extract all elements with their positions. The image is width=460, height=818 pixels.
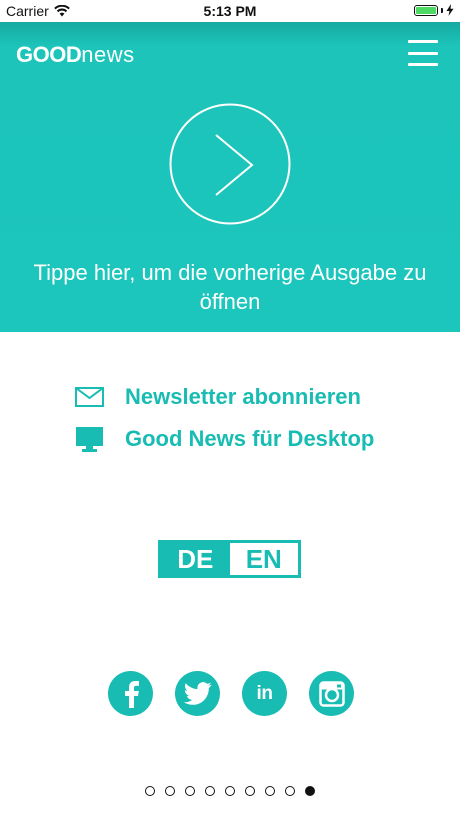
app-logo: GOODnews bbox=[16, 42, 135, 68]
envelope-icon bbox=[74, 382, 104, 412]
page-dot[interactable] bbox=[305, 786, 315, 796]
page-dot[interactable] bbox=[285, 786, 295, 796]
language-switch: DE EN bbox=[158, 540, 301, 578]
page-dot[interactable] bbox=[265, 786, 275, 796]
link-list: Newsletter abonnieren Good News für Desk… bbox=[74, 376, 374, 460]
twitter-icon[interactable] bbox=[175, 671, 220, 716]
app-screen: Carrier 5:13 PM GOODnews Tippe hier, um … bbox=[0, 0, 460, 818]
linkedin-icon[interactable]: in bbox=[242, 671, 287, 716]
page-dot[interactable] bbox=[205, 786, 215, 796]
chevron-right-circle-icon[interactable] bbox=[169, 103, 291, 225]
newsletter-link[interactable]: Newsletter abonnieren bbox=[74, 376, 374, 418]
social-links: in bbox=[108, 671, 354, 716]
language-option-en[interactable]: EN bbox=[229, 543, 298, 575]
facebook-icon[interactable] bbox=[108, 671, 153, 716]
linkedin-label: in bbox=[256, 682, 273, 704]
battery-level-fill bbox=[416, 6, 436, 14]
page-dot[interactable] bbox=[225, 786, 235, 796]
logo-light-text: news bbox=[81, 42, 135, 67]
battery-icon bbox=[414, 4, 438, 16]
hamburger-menu-icon[interactable] bbox=[408, 40, 438, 66]
status-bar: Carrier 5:13 PM bbox=[0, 0, 460, 22]
page-dot[interactable] bbox=[145, 786, 155, 796]
page-dot[interactable] bbox=[185, 786, 195, 796]
desktop-link-label: Good News für Desktop bbox=[125, 426, 375, 451]
logo-bold-text: GOOD bbox=[16, 42, 82, 67]
charging-bolt-icon bbox=[446, 4, 454, 16]
page-dot[interactable] bbox=[245, 786, 255, 796]
desktop-monitor-icon bbox=[74, 424, 104, 454]
page-dot[interactable] bbox=[165, 786, 175, 796]
newsletter-link-label: Newsletter abonnieren bbox=[125, 384, 361, 409]
previous-issue-panel[interactable]: GOODnews Tippe hier, um die vorherige Au… bbox=[0, 22, 460, 332]
previous-issue-caption[interactable]: Tippe hier, um die vorherige Ausgabe zu … bbox=[20, 258, 440, 316]
page-indicator bbox=[145, 786, 315, 796]
language-option-de[interactable]: DE bbox=[161, 543, 230, 575]
battery-tip bbox=[441, 7, 443, 13]
desktop-link[interactable]: Good News für Desktop bbox=[74, 418, 374, 460]
instagram-icon[interactable] bbox=[309, 671, 354, 716]
status-time: 5:13 PM bbox=[203, 3, 257, 19]
battery-indicator bbox=[414, 4, 454, 16]
